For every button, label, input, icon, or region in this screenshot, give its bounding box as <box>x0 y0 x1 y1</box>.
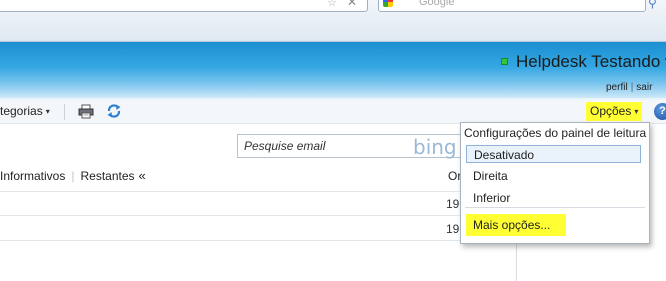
reading-pane-settings-header: Configurações do painel de leitura <box>464 126 647 140</box>
address-bar[interactable]: ☆ ✕ <box>0 0 368 12</box>
bing-logo[interactable]: bing <box>413 135 457 159</box>
filter-separator: | <box>71 169 75 183</box>
message-filter-bar: Informativos | Restantes « <box>0 168 146 186</box>
list-item[interactable]: 19. <box>0 192 516 216</box>
toolbar-divider <box>64 104 65 120</box>
account-links: perfil | sair <box>606 82 652 93</box>
mail-toolbar: tegorias ▾ Opções ▾ ? <box>0 100 666 124</box>
stop-icon[interactable]: ✕ <box>347 0 357 9</box>
options-dropdown-menu: Configurações do painel de leitura Desat… <box>460 122 650 244</box>
categories-menu[interactable]: tegorias ▾ <box>0 104 50 118</box>
print-icon[interactable] <box>78 104 94 119</box>
options-menu-button[interactable]: Opções ▾ <box>586 102 643 121</box>
options-label: Opções <box>590 104 632 118</box>
chevron-down-icon: ▾ <box>634 107 639 116</box>
presence-status-icon[interactable] <box>501 58 508 65</box>
categories-label: tegorias <box>0 104 43 118</box>
google-logo-icon <box>383 0 393 7</box>
menu-item-more-options[interactable]: Mais opções... <box>466 214 566 236</box>
signout-link[interactable]: sair <box>636 82 652 93</box>
profile-link[interactable]: perfil <box>606 82 628 93</box>
help-icon[interactable]: ? <box>654 103 666 120</box>
menu-item-desativado[interactable]: Desativado <box>466 145 641 163</box>
user-display-name: Helpdesk Testando v <box>516 52 666 71</box>
collapse-filters-icon[interactable]: « <box>139 168 146 183</box>
menu-divider <box>465 207 645 208</box>
refresh-icon[interactable] <box>106 103 122 119</box>
browser-search-box[interactable]: Google <box>378 0 646 12</box>
links-separator: | <box>630 82 634 93</box>
list-item[interactable]: 19. <box>0 217 516 241</box>
email-search-input[interactable] <box>244 138 404 154</box>
filter-restantes[interactable]: Restantes <box>80 169 134 183</box>
email-search-box[interactable]: bing <box>237 134 461 159</box>
browser-search-icon[interactable]: ⚲ <box>648 0 657 10</box>
favorite-star-icon[interactable]: ☆ <box>327 0 337 9</box>
browser-search-engine-name: Google <box>419 0 455 8</box>
menu-item-direita[interactable]: Direita <box>466 167 515 185</box>
menu-item-inferior[interactable]: Inferior <box>466 189 517 207</box>
chevron-down-icon: ▾ <box>45 107 50 116</box>
filter-informativos[interactable]: Informativos <box>0 169 65 183</box>
browser-toolbar: ☆ ✕ Google ⚲ <box>0 0 666 42</box>
